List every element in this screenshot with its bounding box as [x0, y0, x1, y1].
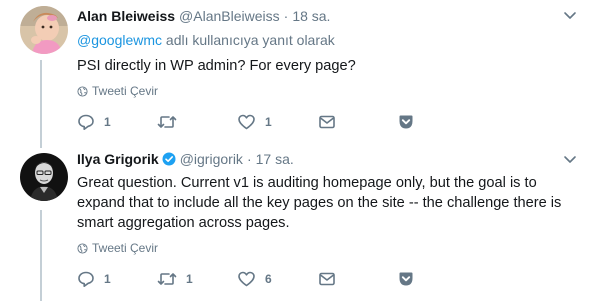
- timestamp[interactable]: 18 sa.: [292, 8, 330, 24]
- retweet-count: 1: [186, 272, 193, 286]
- like-button[interactable]: 6: [237, 269, 272, 289]
- author-name[interactable]: Alan Bleiweiss: [77, 8, 175, 24]
- verified-badge-icon: [162, 152, 176, 166]
- reply-context: @googlewmc adlı kullanıcıya yanıt olarak: [77, 32, 335, 48]
- chevron-down-icon[interactable]: [563, 11, 577, 21]
- chevron-down-icon[interactable]: [563, 155, 577, 165]
- heart-icon: [238, 271, 255, 287]
- tweet-text: PSI directly in WP admin? For every page…: [77, 58, 356, 74]
- translate-link[interactable]: Tweeti Çevir: [77, 84, 158, 98]
- reply-icon: [78, 114, 94, 130]
- retweet-button[interactable]: [157, 112, 186, 132]
- tweet-alan[interactable]: Alan Bleiweiss @AlanBleiweiss · 18 sa. @…: [0, 0, 597, 140]
- translate-label: Tweeti Çevir: [92, 241, 159, 255]
- translate-label: Tweeti Çevir: [92, 84, 159, 98]
- reply-count: 1: [104, 272, 111, 286]
- pocket-button[interactable]: [398, 269, 414, 289]
- reply-context-text: adlı kullanıcıya yanıt olarak: [162, 32, 335, 48]
- avatar[interactable]: [20, 6, 68, 54]
- reply-count: 1: [104, 115, 111, 129]
- tweet-actions: 1 1: [77, 112, 477, 132]
- retweet-button[interactable]: 1: [157, 269, 193, 289]
- separator: ·: [283, 8, 289, 24]
- direct-message-button[interactable]: [318, 269, 336, 289]
- direct-message-button[interactable]: [318, 112, 336, 132]
- retweet-icon: [157, 116, 177, 128]
- tweet-ilya[interactable]: Ilya Grigorik @igrigorik · 17 sa. Great …: [0, 140, 597, 301]
- like-count: 6: [265, 272, 272, 286]
- author-handle[interactable]: @igrigorik: [180, 151, 243, 167]
- envelope-icon: [319, 272, 335, 286]
- tweet-actions: 1 1 6: [77, 269, 477, 289]
- avatar[interactable]: [20, 153, 68, 201]
- retweet-icon: [157, 273, 177, 285]
- reply-icon: [78, 271, 94, 287]
- tweet-text: Great question. Current v1 is auditing h…: [77, 175, 562, 231]
- envelope-icon: [319, 115, 335, 129]
- like-count: 1: [265, 115, 272, 129]
- globe-icon: [77, 242, 88, 254]
- timestamp[interactable]: 17 sa.: [256, 151, 294, 167]
- heart-icon: [238, 114, 255, 130]
- tweet-header: Ilya Grigorik @igrigorik · 17 sa.: [77, 150, 294, 168]
- pocket-icon: [399, 272, 413, 286]
- globe-icon: [77, 85, 88, 97]
- translate-link[interactable]: Tweeti Çevir: [77, 241, 158, 255]
- pocket-button[interactable]: [398, 112, 414, 132]
- author-handle[interactable]: @AlanBleiweiss: [179, 8, 280, 24]
- tweet-header: Alan Bleiweiss @AlanBleiweiss · 18 sa.: [77, 8, 330, 26]
- reply-mention-link[interactable]: @googlewmc: [77, 32, 162, 48]
- reply-button[interactable]: 1: [77, 112, 111, 132]
- author-name[interactable]: Ilya Grigorik: [77, 151, 159, 167]
- pocket-icon: [399, 115, 413, 129]
- reply-button[interactable]: 1: [77, 269, 111, 289]
- separator: ·: [246, 151, 252, 167]
- like-button[interactable]: 1: [237, 112, 272, 132]
